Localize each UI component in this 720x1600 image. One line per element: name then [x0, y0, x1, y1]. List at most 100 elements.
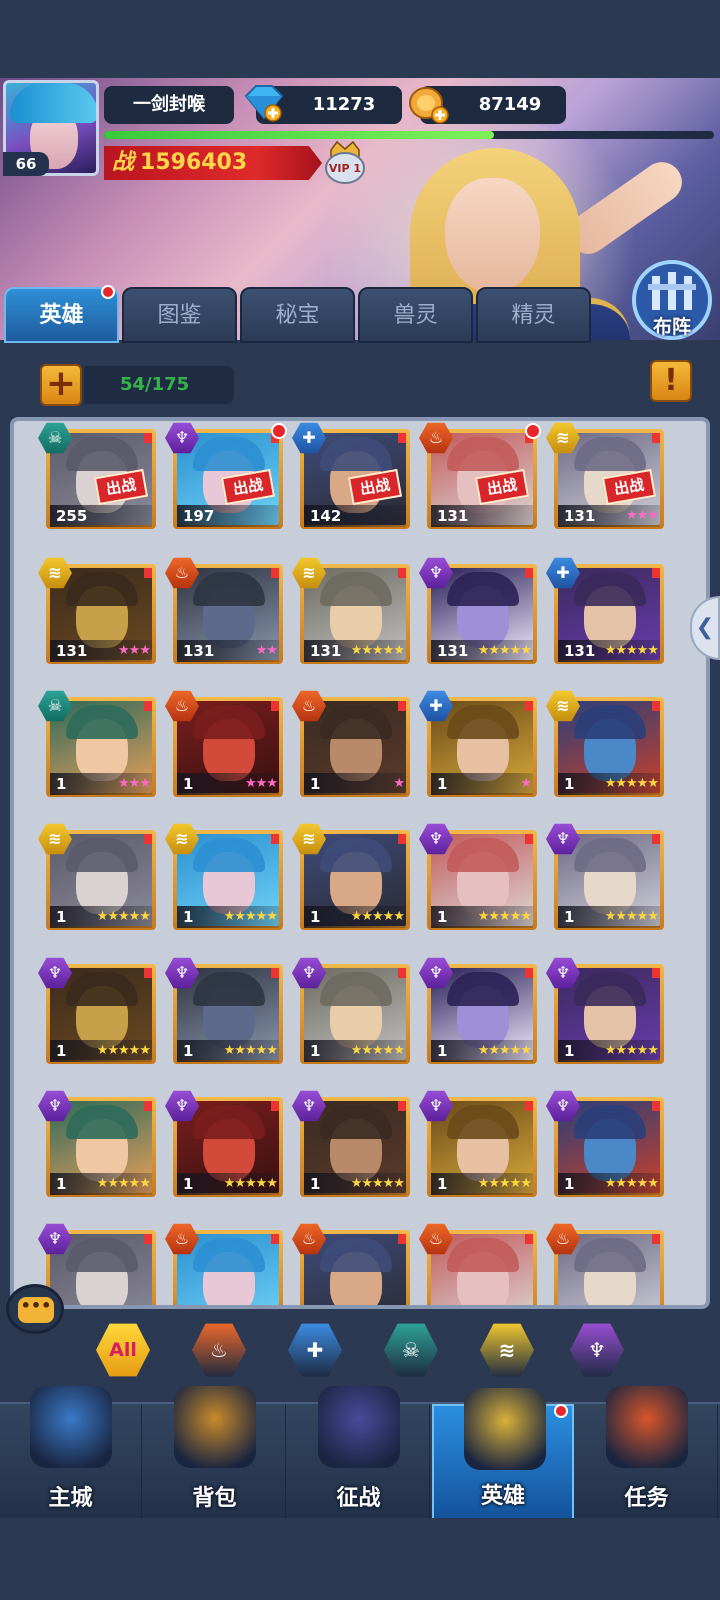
hero-card[interactable]: 1 ★★★★★ ≋ — [546, 690, 664, 801]
hero-card[interactable]: 131 ★★★ ≋ — [38, 557, 156, 668]
hero-card[interactable]: 1 ★★★★★ ♆ — [419, 823, 537, 934]
hero-card[interactable]: 131 ★★ ♨ — [165, 557, 283, 668]
trident-element-icon[interactable]: ♆ — [570, 1323, 624, 1377]
hero-card[interactable]: 1 ★★★ ☠ — [38, 690, 156, 801]
diamond-icon[interactable] — [242, 84, 286, 124]
hero-portrait-headgear — [193, 437, 265, 471]
hero-card[interactable]: 1 ★★★★★ ♆ — [292, 1090, 410, 1201]
tab-codex[interactable]: 图鉴 — [122, 287, 237, 343]
vip-badge-icon[interactable]: VIP 1 — [322, 140, 368, 186]
nav-label: 征战 — [336, 1486, 381, 1511]
notification-dot — [271, 423, 287, 439]
nav-hero-helmet[interactable]: 英雄 — [432, 1388, 574, 1520]
hero-card[interactable]: 1 ★★★★★ ≋ — [165, 823, 283, 934]
card-corner-flag — [271, 568, 279, 578]
card-corner-flag — [144, 968, 152, 978]
star-rating: ★★★★★ — [96, 909, 151, 924]
card-corner-flag — [525, 701, 533, 711]
nav-treasure-chest[interactable]: 背包 — [144, 1386, 286, 1520]
hero-card[interactable]: ♨ — [546, 1223, 664, 1305]
formation-button-label[interactable]: 布阵 — [630, 312, 714, 339]
gold-coin-icon[interactable] — [408, 84, 452, 126]
card-corner-flag — [525, 1234, 533, 1244]
hero-face — [445, 178, 540, 293]
hero-card[interactable]: 131 ★★★★★ ≋ — [292, 557, 410, 668]
hero-portrait-headgear — [66, 972, 138, 1006]
hero-card[interactable]: 1 ★★★ ♨ — [165, 690, 283, 801]
hero-card[interactable]: 197 出战 ♆ — [165, 422, 287, 533]
hero-card[interactable]: 255 出战 ☠ — [38, 422, 156, 533]
exclamation-icon: ! — [664, 363, 678, 398]
hero-portrait-headgear — [193, 972, 265, 1006]
hero-card[interactable]: 1 ★★★★★ ≋ — [38, 823, 156, 934]
card-corner-flag — [525, 834, 533, 844]
info-button[interactable]: ! — [650, 360, 692, 402]
card-corner-flag — [144, 1234, 152, 1244]
hero-card[interactable]: 1 ★★★★★ ♆ — [165, 957, 283, 1068]
star-rating: ★★★★★ — [223, 1176, 278, 1191]
tab-sprites[interactable]: 精灵 — [476, 287, 591, 343]
wind-element-icon[interactable]: ≋ — [480, 1323, 534, 1377]
hero-card[interactable]: 1 ★★★★★ ♆ — [546, 1090, 664, 1201]
hero-card[interactable]: 142 出战 ✚ — [292, 422, 410, 533]
hero-card[interactable]: ♨ — [292, 1223, 410, 1305]
hero-card[interactable]: 1 ★★★★★ ≋ — [292, 823, 410, 934]
card-corner-flag — [652, 1234, 660, 1244]
hero-card[interactable]: ♨ — [165, 1223, 283, 1305]
hero-card[interactable]: 1 ★★★★★ ♆ — [165, 1090, 283, 1201]
star-rating: ★★★★★ — [477, 1176, 532, 1191]
card-corner-flag — [271, 1234, 279, 1244]
hero-card[interactable]: 1 ★★★★★ ♆ — [419, 1090, 537, 1201]
nav-castle[interactable]: 主城 — [0, 1386, 142, 1520]
hero-card[interactable]: 1 ★★★★★ ♆ — [292, 957, 410, 1068]
hero-card[interactable]: ♆ — [38, 1223, 156, 1305]
hero-portrait-headgear — [193, 572, 265, 606]
hero-card[interactable]: 1 ★★★★★ ♆ — [38, 957, 156, 1068]
hero-card[interactable]: 1 ★ ✚ — [419, 690, 537, 801]
hero-card[interactable]: 1 ★★★★★ ♆ — [38, 1090, 156, 1201]
tab-heroes[interactable]: 英雄 — [4, 285, 119, 343]
card-corner-flag — [398, 568, 406, 578]
card-corner-flag — [398, 834, 406, 844]
blue-cross-element-icon[interactable]: ✚ — [288, 1323, 342, 1377]
star-rating: ★★★ — [118, 776, 151, 791]
hero-card[interactable]: 1 ★★★★★ ♆ — [546, 957, 664, 1068]
hero-level: 197 — [177, 505, 279, 527]
hero-portrait-headgear — [447, 1238, 519, 1272]
hero-card[interactable]: 131 出战 ♨ — [419, 422, 541, 533]
star-rating: ★★★★★ — [96, 1043, 151, 1058]
tab-beast-spirits[interactable]: 兽灵 — [358, 287, 473, 343]
hero-card[interactable]: 131 ★★★★★ ✚ — [546, 557, 664, 668]
nav-dragon-portal[interactable]: 征战 — [288, 1386, 430, 1520]
combat-power: 战 1596403 — [104, 146, 322, 180]
expand-roster-button[interactable]: + — [40, 364, 82, 406]
all-filter-icon[interactable]: All — [96, 1323, 150, 1377]
hero-card[interactable]: 1 ★★★★★ ♆ — [419, 957, 537, 1068]
tab-label: 英雄 — [39, 303, 84, 328]
hero-portrait-headgear — [447, 437, 519, 471]
card-corner-flag — [398, 1101, 406, 1111]
nav-label: 英雄 — [480, 1484, 525, 1509]
fire-element-icon[interactable]: ♨ — [192, 1323, 246, 1377]
card-corner-flag — [398, 433, 406, 443]
card-corner-flag — [652, 834, 660, 844]
avatar-hair — [10, 83, 96, 123]
skull-element-icon[interactable]: ☠ — [384, 1323, 438, 1377]
card-corner-flag — [271, 968, 279, 978]
hero-level: 131 — [431, 505, 533, 527]
power-value: 1596403 — [140, 150, 248, 175]
hero-count: 54/175 — [84, 366, 234, 404]
hero-card[interactable]: 131 ★★★ 出战 ≋ — [546, 422, 664, 533]
hero-level: 1 — [304, 773, 406, 795]
nav-scroll[interactable]: 任务 — [576, 1386, 718, 1520]
tab-treasures[interactable]: 秘宝 — [240, 287, 355, 343]
hero-card[interactable]: 1 ★ ♨ — [292, 690, 410, 801]
card-corner-flag — [271, 701, 279, 711]
star-rating: ★★★★★ — [604, 776, 659, 791]
card-corner-flag — [144, 701, 152, 711]
hero-card[interactable]: 1 ★★★★★ ♆ — [546, 823, 664, 934]
hero-portrait-headgear — [320, 705, 392, 739]
hero-portrait-headgear — [574, 838, 646, 872]
hero-card[interactable]: ♨ — [419, 1223, 537, 1305]
hero-card[interactable]: 131 ★★★★★ ♆ — [419, 557, 537, 668]
